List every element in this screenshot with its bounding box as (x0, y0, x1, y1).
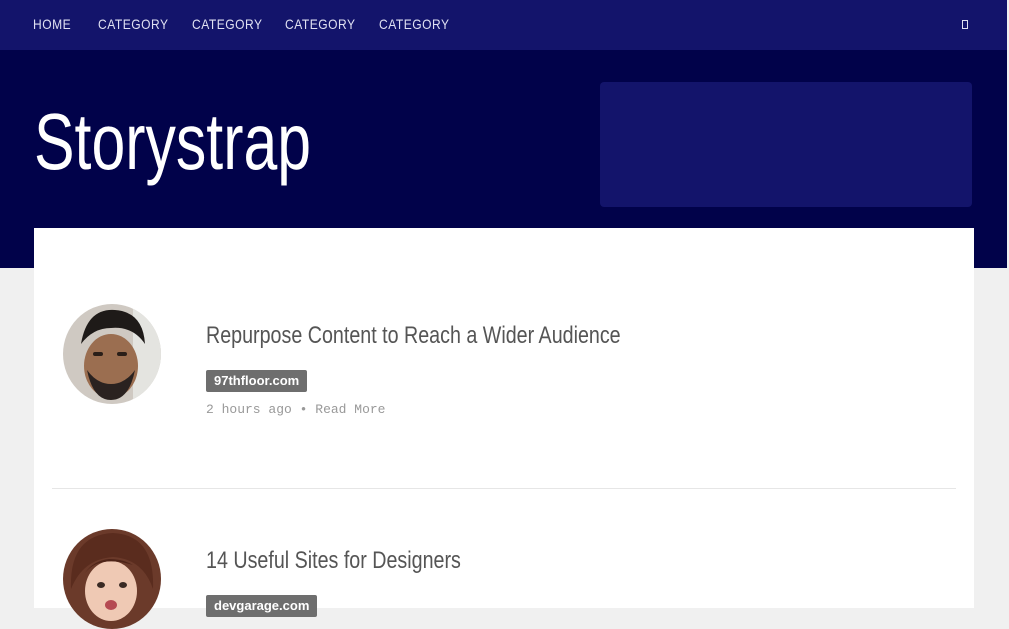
avatar-photo (63, 304, 161, 404)
post-title[interactable]: Repurpose Content to Reach a Wider Audie… (206, 322, 621, 350)
ad-banner (600, 82, 972, 207)
nav-item-category-1[interactable]: CATEGORY (98, 16, 169, 32)
post-divider (52, 488, 956, 489)
read-more-link[interactable]: Read More (315, 402, 385, 417)
site-title: Storystrap (34, 97, 312, 186)
post-meta: 2 hours ago • Read More (206, 402, 385, 417)
nav-item-category-2[interactable]: CATEGORY (192, 16, 263, 32)
nav-item-category-4[interactable]: CATEGORY (379, 16, 450, 32)
author-avatar[interactable] (63, 529, 161, 629)
meta-separator: • (299, 402, 308, 417)
post-timestamp: 2 hours ago (206, 402, 292, 417)
top-navbar: HOME CATEGORY CATEGORY CATEGORY CATEGORY (0, 0, 1007, 50)
search-icon[interactable] (962, 20, 968, 29)
source-badge[interactable]: devgarage.com (206, 595, 318, 617)
nav-item-home[interactable]: HOME (33, 16, 71, 32)
nav-item-category-3[interactable]: CATEGORY (285, 16, 356, 32)
post-list-card (34, 228, 974, 608)
post-title[interactable]: 14 Useful Sites for Designers (206, 547, 461, 575)
author-avatar[interactable] (63, 304, 161, 404)
avatar-photo (63, 529, 161, 629)
source-badge[interactable]: 97thfloor.com (206, 370, 308, 392)
